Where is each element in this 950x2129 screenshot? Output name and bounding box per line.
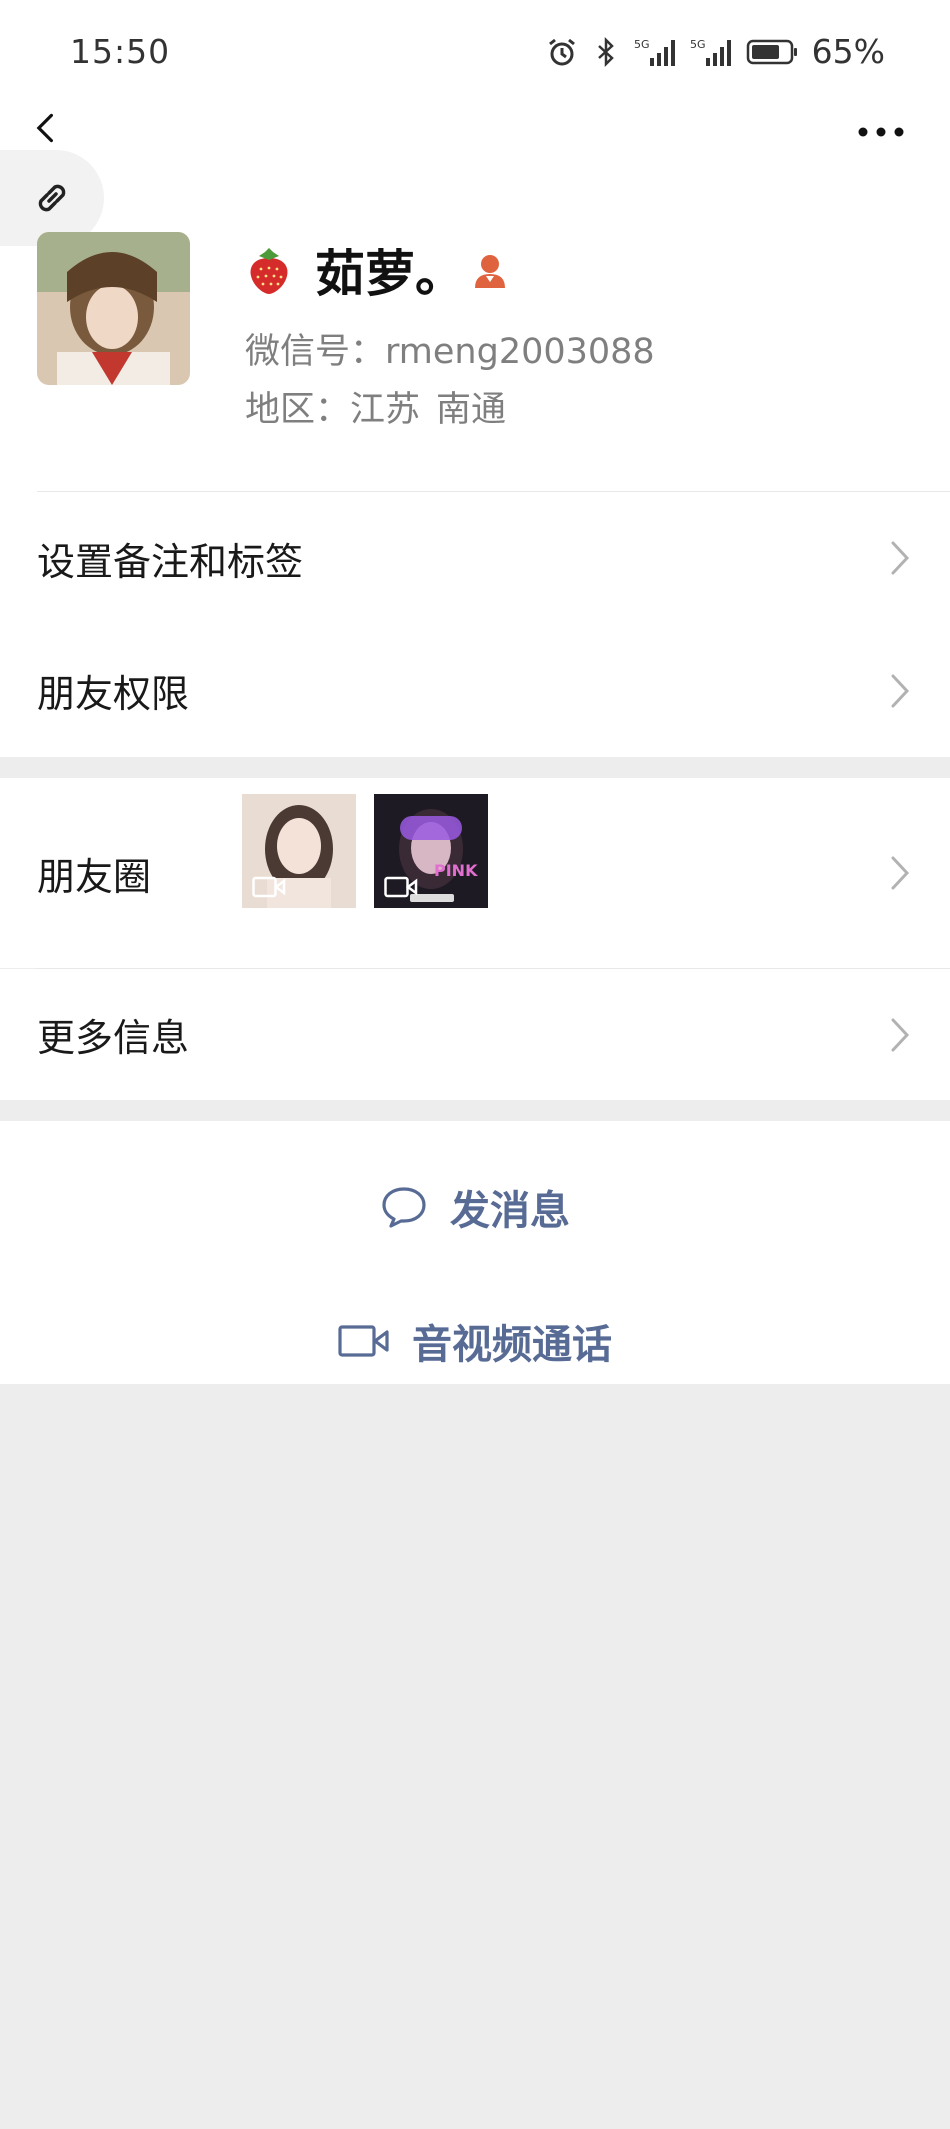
video-camera-icon [338,1325,389,1357]
link-icon [38,184,66,212]
region-label: 地区： [245,390,351,430]
chevron-right-icon [891,541,910,575]
actions-panel: 发消息 音视频通话 [0,1121,950,1384]
wechat-id: 微信号：rmeng2003088 [245,323,655,372]
female-icon [475,255,505,288]
signal-5g-icon: 5G [634,38,675,66]
battery-percent: 65% [811,32,885,71]
signal-5g-icon: 5G [690,38,731,66]
chevron-right-icon [891,674,910,707]
nickname: 茹萝。 [315,245,465,303]
name-row: 茹萝。 [245,235,655,305]
moments-thumbnail[interactable] [242,794,356,908]
avatar[interactable] [37,232,190,385]
moments-row[interactable]: 朋友圈 PINK [0,778,950,968]
divider [37,968,950,969]
back-arrow-icon[interactable] [28,110,68,150]
chevron-right-icon [891,1018,910,1051]
moments-thumbnails: PINK [242,794,488,908]
send-message-label: 发消息 [450,1188,570,1234]
video-icon [252,876,286,898]
svg-text:5G: 5G [690,38,706,51]
video-call-label: 音视频通话 [412,1322,612,1368]
region: 地区：江苏 南通 [245,381,655,430]
friend-permissions-row[interactable]: 朋友权限 [0,624,950,757]
moments-label: 朋友圈 [37,854,152,899]
video-call-button[interactable]: 音视频通话 [0,1291,950,1391]
remark-tags-label: 设置备注和标签 [37,539,304,584]
battery-icon [746,39,797,64]
strawberry-icon [250,248,288,294]
video-icon [384,876,418,898]
chat-bubble-icon [382,1187,426,1228]
more-info-row[interactable]: 更多信息 [0,969,950,1100]
moments-thumbnail[interactable]: PINK [374,794,488,908]
wechat-id-label: 微信号： [245,332,386,372]
svg-text:PINK: PINK [434,861,478,880]
more-dots-icon[interactable] [856,122,906,142]
svg-text:5G: 5G [634,38,650,51]
friend-permissions-label: 朋友权限 [37,672,190,716]
region-city: 南通 [436,390,507,430]
status-time: 15:50 [70,32,171,71]
alarm-icon [548,38,575,65]
send-message-button[interactable]: 发消息 [0,1157,950,1257]
bluetooth-icon [597,36,614,67]
profile-info: 茹萝。 微信号：rmeng2003088 地区：江苏 南通 [245,235,655,430]
more-info-label: 更多信息 [37,1016,190,1060]
chevron-right-icon [891,856,910,890]
region-province: 江苏 [350,390,421,430]
status-icons: 5G 5G 65% [546,32,885,71]
remark-tags-row[interactable]: 设置备注和标签 [0,492,950,624]
wechat-id-value: rmeng2003088 [385,332,655,372]
status-bar: 15:50 5G 5G 65% [0,0,950,100]
